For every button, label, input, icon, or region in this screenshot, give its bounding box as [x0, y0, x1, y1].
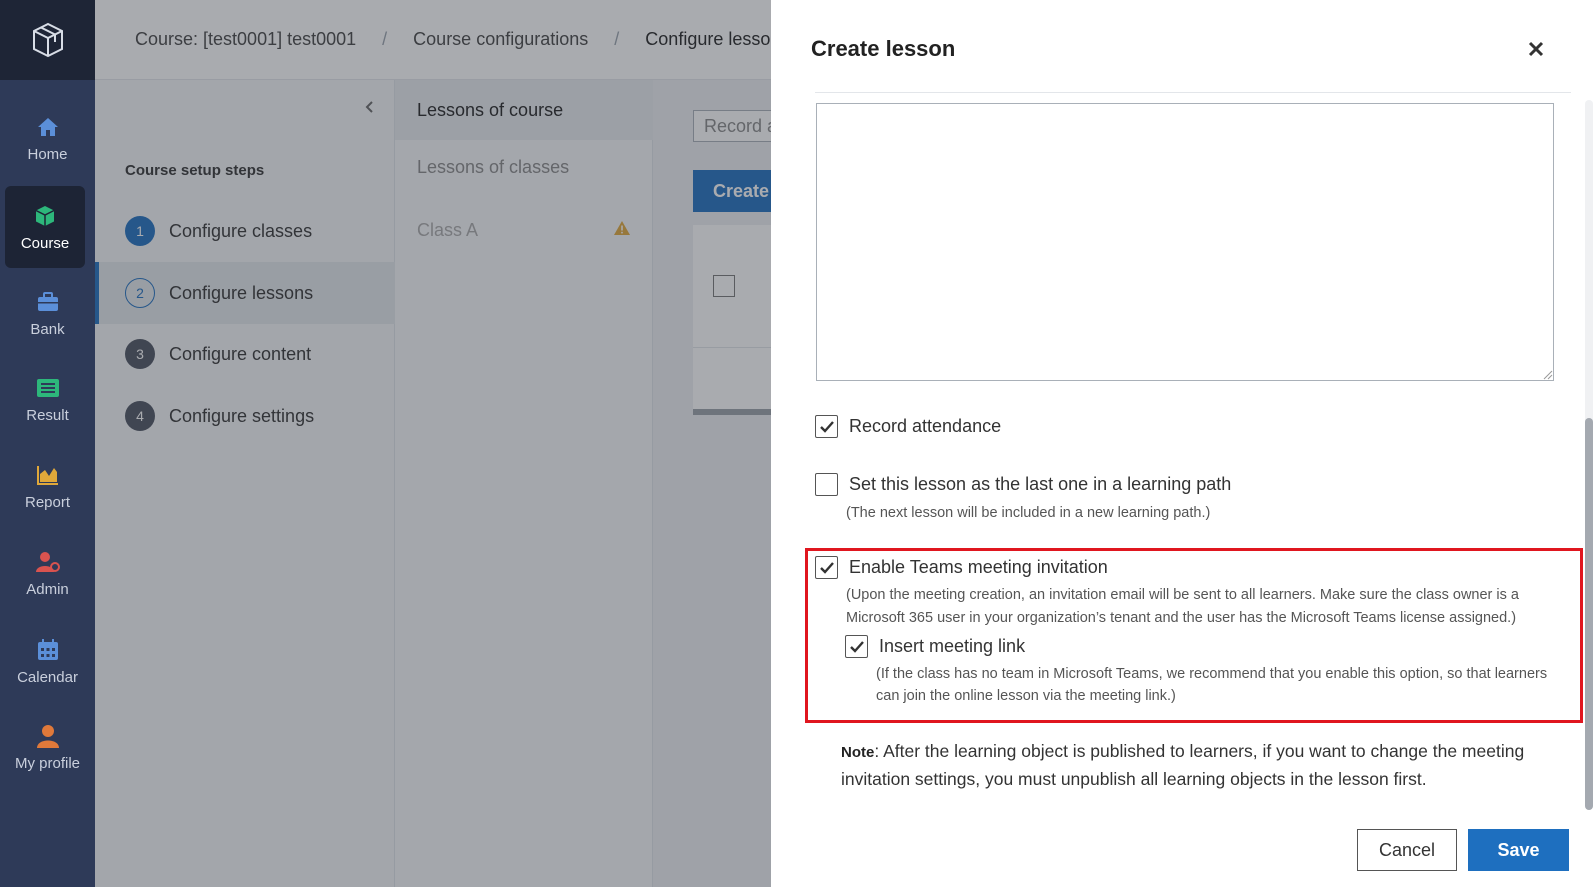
teams-invitation-option: Enable Teams meeting invitation [815, 556, 1108, 579]
nav-home[interactable]: Home [0, 97, 95, 179]
nav-report-label: Report [24, 493, 71, 511]
cancel-button[interactable]: Cancel [1357, 829, 1457, 871]
close-button[interactable] [1523, 36, 1549, 62]
home-icon [35, 114, 61, 140]
calendar-icon [35, 637, 61, 663]
cube-icon [32, 203, 58, 229]
modal-overlay[interactable] [95, 0, 771, 887]
record-attendance-checkbox[interactable] [815, 415, 838, 438]
nav-report[interactable]: Report [0, 445, 95, 527]
nav-my-profile[interactable]: My profile [0, 706, 95, 788]
close-icon [1528, 41, 1544, 57]
description-textarea[interactable] [816, 103, 1554, 381]
nav-calendar[interactable]: Calendar [0, 620, 95, 702]
create-lesson-drawer: Create lesson Record attendance Set this… [771, 0, 1596, 887]
teams-invitation-label: Enable Teams meeting invitation [849, 557, 1108, 577]
meeting-link-hint-line1: (If the class has no team in Microsoft T… [876, 666, 1548, 682]
briefcase-icon [35, 289, 61, 315]
nav-admin-label: Admin [26, 580, 69, 598]
nav-result-label: Result [26, 406, 69, 424]
teams-invitation-checkbox[interactable] [815, 556, 838, 579]
user-icon [35, 723, 61, 749]
drawer-title: Create lesson [811, 36, 956, 61]
nav-result[interactable]: Result [0, 358, 95, 440]
record-attendance-label: Record attendance [849, 416, 1002, 436]
teams-invitation-hint-line1: (Upon the meeting creation, an invitatio… [846, 587, 1519, 603]
save-button[interactable]: Save [1468, 829, 1569, 871]
teams-invitation-hint-line2: Microsoft 365 user in your organization’… [846, 610, 1517, 626]
meeting-link-option: Insert meeting link [845, 635, 1025, 658]
record-attendance-option: Record attendance [815, 415, 1001, 438]
meeting-link-hint-line2: can join the online lesson via the meeti… [876, 688, 1176, 704]
nav-course[interactable]: Course [5, 186, 85, 268]
note-body: : After the learning object is published… [841, 741, 1525, 789]
note-label: Note [841, 744, 875, 761]
app-logo[interactable] [0, 0, 95, 80]
resize-grip-icon[interactable] [1543, 370, 1553, 380]
logo-icon [32, 22, 63, 58]
nav-my-profile-label: My profile [14, 754, 81, 772]
last-lesson-option: Set this lesson as the last one in a lea… [815, 473, 1231, 496]
nav-calendar-label: Calendar [17, 668, 78, 686]
nav-bank[interactable]: Bank [0, 272, 95, 354]
nav-home-label: Home [27, 145, 68, 163]
list-icon [35, 375, 61, 401]
meeting-link-label: Insert meeting link [879, 636, 1026, 656]
meeting-link-checkbox[interactable] [845, 635, 868, 658]
last-lesson-checkbox[interactable] [815, 473, 838, 496]
checkmark-icon [819, 561, 834, 574]
scrollbar-thumb[interactable] [1585, 418, 1593, 810]
last-lesson-label: Set this lesson as the last one in a lea… [849, 474, 1232, 494]
note-text: Note: After the learning object is publi… [841, 738, 1561, 792]
admin-icon [35, 549, 61, 575]
nav-admin[interactable]: Admin [0, 532, 95, 614]
last-lesson-hint: (The next lesson will be included in a n… [846, 505, 1211, 521]
checkmark-icon [819, 420, 834, 433]
drawer-divider [815, 92, 1571, 93]
drawer-scrollbar[interactable] [1585, 100, 1593, 810]
nav-course-label: Course [20, 234, 70, 252]
left-nav: Home Course Bank Result Report Admin Cal… [0, 0, 95, 887]
checkmark-icon [849, 640, 864, 653]
chart-icon [35, 462, 61, 488]
nav-bank-label: Bank [30, 320, 65, 338]
